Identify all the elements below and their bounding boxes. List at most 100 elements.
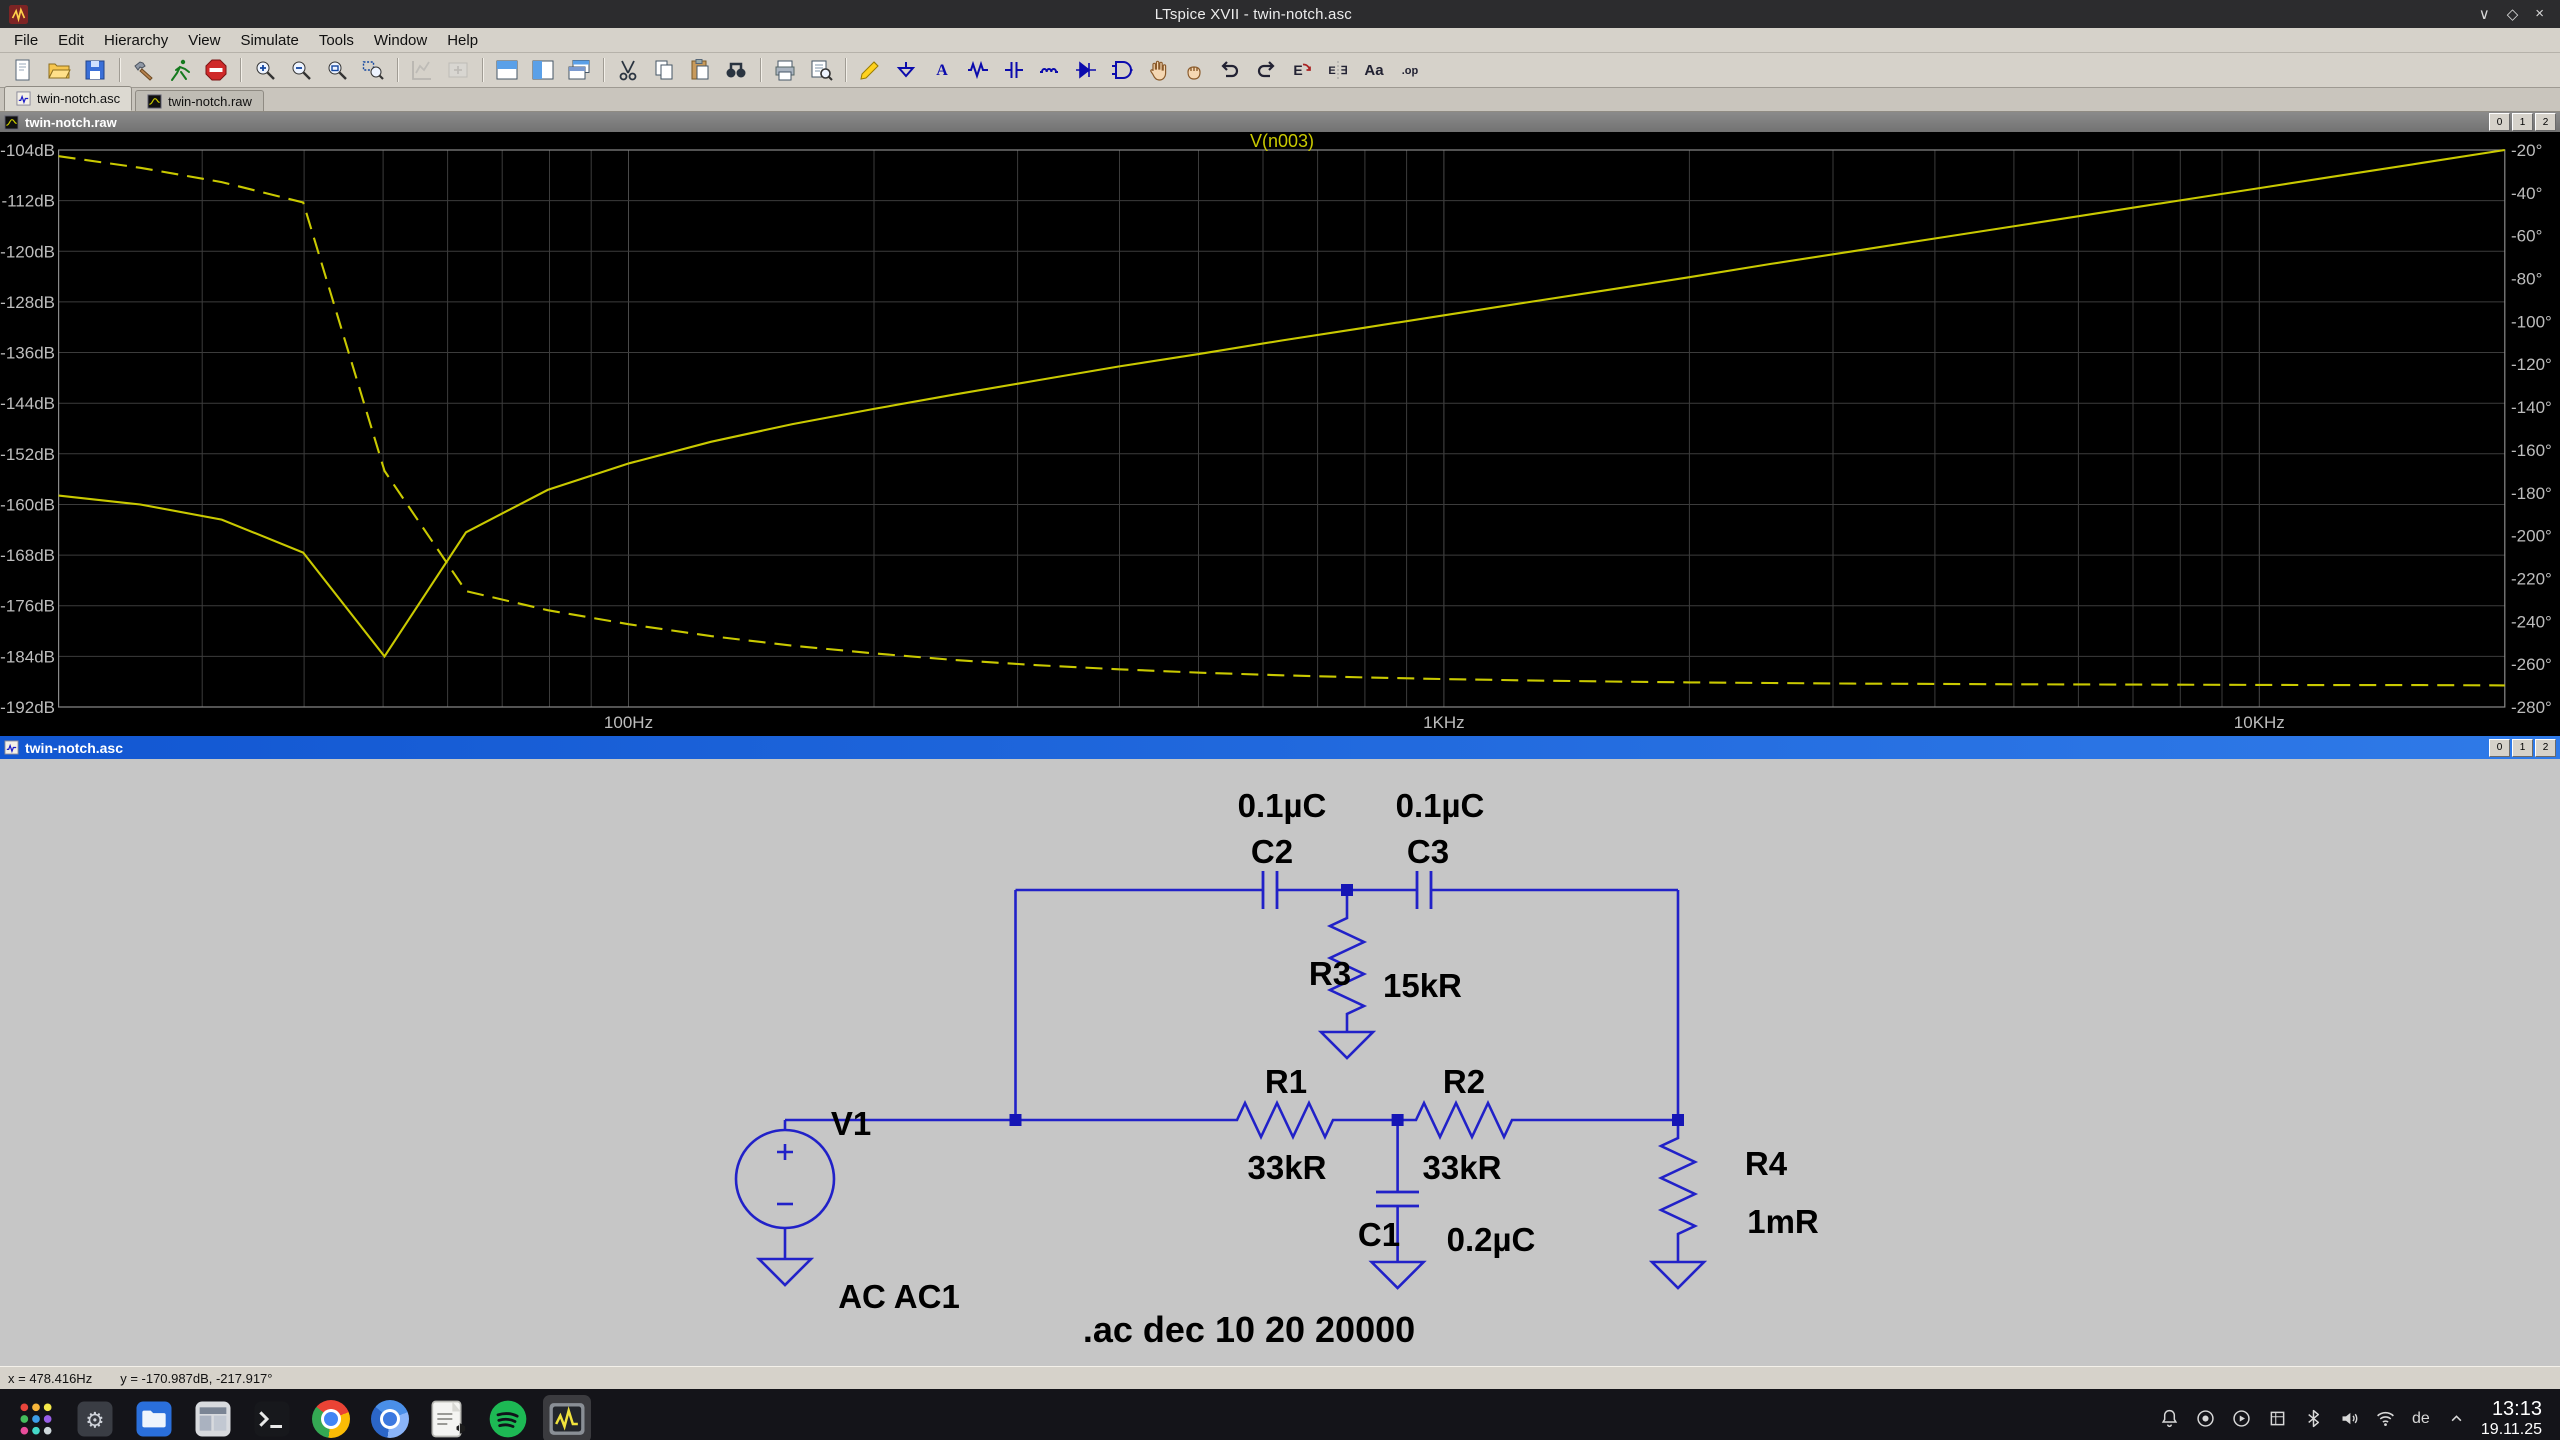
toolbar-new-schematic-button[interactable] [5,55,41,85]
toolbar-tile-vertical-button[interactable] [525,55,561,85]
label-V1-name[interactable]: V1 [831,1105,871,1142]
taskbar-spotify-icon[interactable] [484,1395,532,1440]
toolbar-text-tool-button[interactable]: Aa [1356,55,1392,85]
label-C2-value[interactable]: 0.1µC [1238,787,1327,824]
component-C3[interactable] [1417,871,1431,909]
tab-twin-notch.asc[interactable]: twin-notch.asc [4,86,132,111]
toolbar-control-panel-button[interactable] [126,55,162,85]
minimize-button[interactable]: ∨ [2479,5,2490,23]
taskbar-settings-app-icon[interactable]: ⚙ [71,1395,119,1440]
schematic-window-close-button[interactable]: 2 [2535,739,2556,757]
toolbar-component-button[interactable] [1104,55,1140,85]
taskbar-chromium-icon[interactable] [366,1395,414,1440]
tray-media-play-icon[interactable] [2231,1408,2252,1429]
menu-file[interactable]: File [4,32,48,49]
tab-twin-notch.raw[interactable]: twin-notch.raw [135,90,264,111]
taskbar-file-manager-icon[interactable] [189,1395,237,1440]
toolbar-autorange-button[interactable] [404,55,440,85]
taskbar-terminal-icon[interactable] [248,1395,296,1440]
schematic-window-minimize-button[interactable]: 0 [2489,739,2510,757]
toolbar-zoom-in-button[interactable] [247,55,283,85]
toolbar-drag-button[interactable] [1176,55,1212,85]
toolbar-print-preview-button[interactable] [803,55,839,85]
toolbar-open-file-button[interactable] [41,55,77,85]
schematic-window-titlebar[interactable]: twin-notch.asc 012 [0,736,2560,759]
spice-directive-text[interactable]: .ac dec 10 20 20000 [1083,1309,1415,1350]
label-C3-value[interactable]: 0.1µC [1396,787,1485,824]
component-R4[interactable] [1661,1134,1695,1238]
taskbar-clock[interactable]: 13:13 19.11.25 [2481,1398,2542,1438]
toolbar-tile-horizontal-button[interactable] [489,55,525,85]
tray-keyboard-layout-icon[interactable]: de [2411,1410,2431,1428]
toolbar-marker-pen-button[interactable] [852,55,888,85]
label-R3-name[interactable]: R3 [1309,955,1351,992]
toolbar-save-file-button[interactable] [77,55,113,85]
toolbar-print-button[interactable] [767,55,803,85]
waveform-window-maximize-button[interactable]: 1 [2512,113,2533,131]
toolbar-rotate-button[interactable]: E [1284,55,1320,85]
toolbar-move-button[interactable] [1140,55,1176,85]
menu-edit[interactable]: Edit [48,32,94,49]
tray-tray-expand-icon[interactable] [2446,1408,2467,1429]
label-C1-name[interactable]: C1 [1358,1216,1400,1253]
tray-screen-record-icon[interactable] [2195,1408,2216,1429]
menu-tools[interactable]: Tools [309,32,364,49]
schematic-window-maximize-button[interactable]: 1 [2512,739,2533,757]
toolbar-redo-button[interactable] [1248,55,1284,85]
label-R1-name[interactable]: R1 [1265,1063,1307,1100]
component-C2[interactable] [1263,871,1277,909]
menu-hierarchy[interactable]: Hierarchy [94,32,178,49]
label-V1-value[interactable]: AC AC1 [838,1278,960,1315]
label-R2-value[interactable]: 33kR [1423,1149,1502,1186]
waveform-window-titlebar[interactable]: twin-notch.raw 012 [0,112,2560,132]
taskbar-chrome-icon[interactable] [307,1395,355,1440]
toolbar-capacitor-button[interactable] [996,55,1032,85]
toolbar-zoom-area-button[interactable] [355,55,391,85]
toolbar-undo-button[interactable] [1212,55,1248,85]
window-titlebar[interactable]: LTspice XVII - twin-notch.asc ∨ ◇ × [0,0,2560,28]
label-R3-value[interactable]: 15kR [1383,967,1462,1004]
menu-window[interactable]: Window [364,32,437,49]
taskbar-app-launcher-icon[interactable] [12,1395,60,1440]
toolbar-pan-view-button[interactable] [440,55,476,85]
toolbar-diode-button[interactable] [1068,55,1104,85]
ground-symbols[interactable] [759,1032,1704,1288]
toolbar-zoom-out-button[interactable] [283,55,319,85]
toolbar-inductor-button[interactable] [1032,55,1068,85]
component-V1[interactable] [736,1130,834,1228]
toolbar-run-simulation-button[interactable] [162,55,198,85]
close-button[interactable]: × [2535,5,2544,23]
tray-volume-icon[interactable] [2339,1408,2360,1429]
toolbar-resistor-button[interactable] [960,55,996,85]
toolbar-spice-directive-button[interactable]: .op [1392,55,1428,85]
label-R4-name[interactable]: R4 [1745,1145,1788,1182]
schematic-canvas[interactable]: 0.1µC 0.1µC C2 C3 R3 15kR R1 R2 V1 33kR … [0,759,2560,1366]
waveform-window-minimize-button[interactable]: 0 [2489,113,2510,131]
toolbar-find-button[interactable] [718,55,754,85]
tray-clipboard-box-icon[interactable] [2267,1408,2288,1429]
tray-wifi-icon[interactable] [2375,1408,2396,1429]
menu-help[interactable]: Help [437,32,488,49]
label-R1-value[interactable]: 33kR [1248,1149,1327,1186]
toolbar-copy-button[interactable] [646,55,682,85]
menu-simulate[interactable]: Simulate [230,32,308,49]
component-C1[interactable] [1376,1192,1419,1206]
taskbar-files-app-icon[interactable] [130,1395,178,1440]
taskbar-text-editor-icon[interactable] [425,1395,473,1440]
toolbar-net-label-button[interactable]: A [924,55,960,85]
menu-view[interactable]: View [178,32,230,49]
toolbar-mirror-button[interactable]: E∃ [1320,55,1356,85]
maximize-button[interactable]: ◇ [2507,5,2519,23]
waveform-window-close-button[interactable]: 2 [2535,113,2556,131]
waveform-plot[interactable]: -104dB-112dB-120dB-128dB-136dB-144dB-152… [0,132,2560,736]
label-C1-value[interactable]: 0.2µC [1447,1221,1536,1258]
toolbar-halt-simulation-button[interactable] [198,55,234,85]
toolbar-cascade-windows-button[interactable] [561,55,597,85]
taskbar-ltspice-icon[interactable] [543,1395,591,1440]
label-R2-name[interactable]: R2 [1443,1063,1485,1100]
toolbar-cut-button[interactable] [610,55,646,85]
component-R2[interactable] [1411,1103,1518,1137]
label-R4-value[interactable]: 1mR [1747,1203,1819,1240]
toolbar-paste-button[interactable] [682,55,718,85]
tray-bluetooth-icon[interactable] [2303,1408,2324,1429]
